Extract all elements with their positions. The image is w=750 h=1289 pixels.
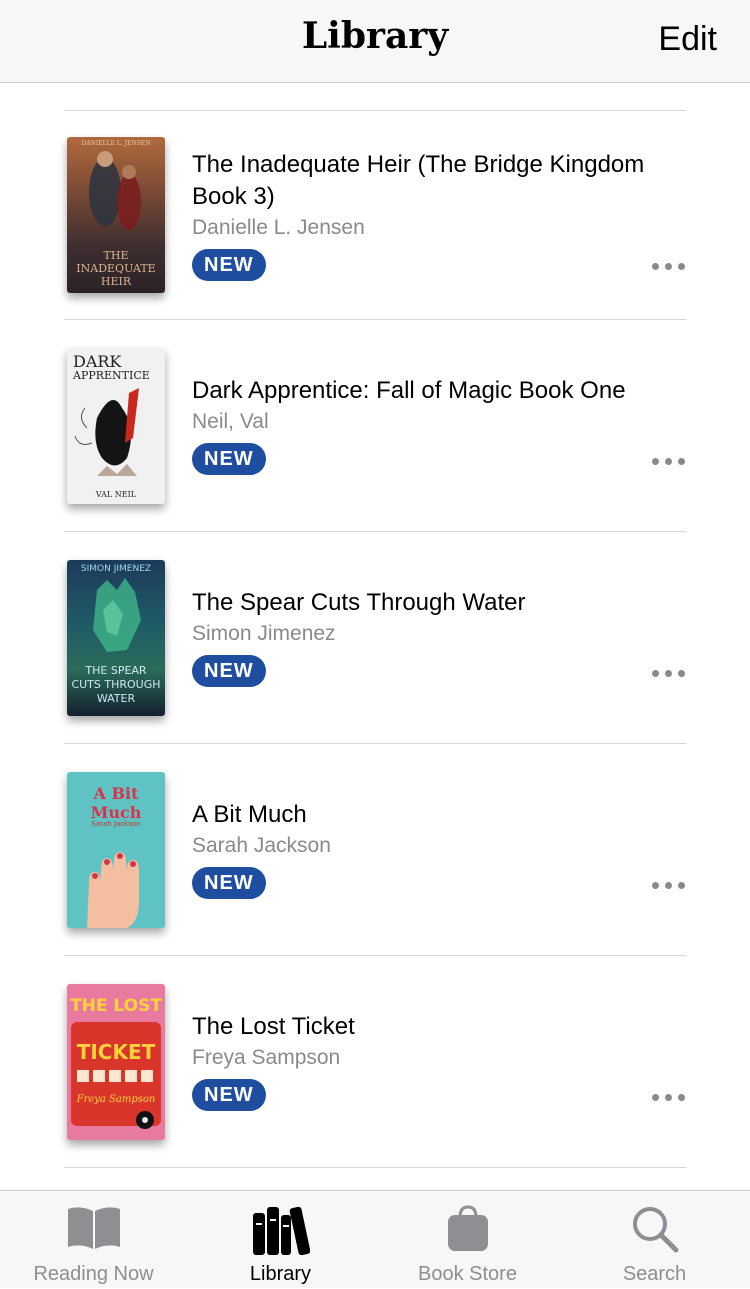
tab-label: Reading Now [33,1263,154,1285]
book-title: A Bit Much [192,801,307,828]
cover-title-text: APPRENTICE [73,369,150,382]
book-open-icon [67,1207,120,1249]
new-badge: NEW [192,443,266,475]
cover-author-text: SIMON JIMENEZ [80,564,152,574]
page-title: Library [301,15,449,57]
books-icon [252,1206,310,1255]
book-title: The Inadequate Heir (The Bridge Kingdom … [192,151,645,210]
book-author: Neil, Val [192,410,269,433]
cover-title-text: THE INADEQUATE HEIR [76,249,156,288]
new-badge: NEW [192,655,266,687]
more-options-icon[interactable] [652,261,686,271]
book-list: DANIELLE L. JENSEN THE INADEQUATE HEIR T… [64,110,686,1168]
new-badge: NEW [192,867,266,899]
cover-author-text: VAL NEIL [95,490,137,499]
tab-label: Library [249,1263,312,1285]
new-badge: NEW [192,249,266,281]
more-options-icon[interactable] [652,1092,686,1102]
cover-title-text: THE LOST [70,996,162,1016]
cover-author-text: Sarah Jackson [91,820,141,828]
book-author: Sarah Jackson [192,834,331,857]
more-options-icon[interactable] [652,456,686,466]
more-options-icon[interactable] [652,880,686,890]
tab-reading-now[interactable]: Reading Now [0,1191,187,1289]
magnifier-icon [632,1207,678,1253]
book-title: The Lost Ticket [192,1013,355,1040]
tab-label: Search [622,1263,687,1285]
book-row[interactable]: DARK APPRENTICE VAL NEIL Dark Apprentice… [64,320,686,532]
tab-bar: Reading Now Library Book Store Search [0,1190,750,1288]
book-cover[interactable]: A Bit Much Sarah Jackson [67,772,165,928]
tab-book-store[interactable]: Book Store [374,1191,561,1289]
cover-title-text: TICKET [76,1040,156,1064]
book-row[interactable]: SIMON JIMENEZ THE SPEAR CUTS THROUGH WAT… [64,532,686,744]
book-cover[interactable]: SIMON JIMENEZ THE SPEAR CUTS THROUGH WAT… [67,560,165,716]
tab-search[interactable]: Search [561,1191,748,1289]
book-row[interactable]: THE LOST TICKET Freya Sampson The Lost T… [64,956,686,1168]
tab-label: Book Store [418,1263,517,1285]
tab-library[interactable]: Library [187,1191,374,1289]
book-cover[interactable]: DANIELLE L. JENSEN THE INADEQUATE HEIR [67,137,165,293]
navigation-bar: Library Edit [0,0,750,83]
bag-icon [447,1205,488,1251]
cover-author-text: DANIELLE L. JENSEN [81,140,151,147]
book-row[interactable]: A Bit Much Sarah Jackson A Bit Much Sara… [64,744,686,956]
book-row[interactable]: DANIELLE L. JENSEN THE INADEQUATE HEIR T… [64,111,686,320]
edit-button[interactable]: Edit [658,20,717,59]
book-author: Freya Sampson [192,1046,341,1069]
book-title: Dark Apprentice: Fall of Magic Book One [192,377,626,404]
cover-author-text: Freya Sampson [76,1094,156,1105]
book-author: Simon Jimenez [192,622,336,645]
book-cover[interactable]: THE LOST TICKET Freya Sampson [67,984,165,1140]
cover-title-text: THE SPEAR CUTS THROUGH WATER [71,664,161,705]
book-author: Danielle L. Jensen [192,216,365,239]
book-cover[interactable]: DARK APPRENTICE VAL NEIL [67,348,165,504]
book-title: The Spear Cuts Through Water [192,589,526,616]
more-options-icon[interactable] [652,668,686,678]
cover-title-text: A Bit Much [90,784,142,822]
new-badge: NEW [192,1079,266,1111]
